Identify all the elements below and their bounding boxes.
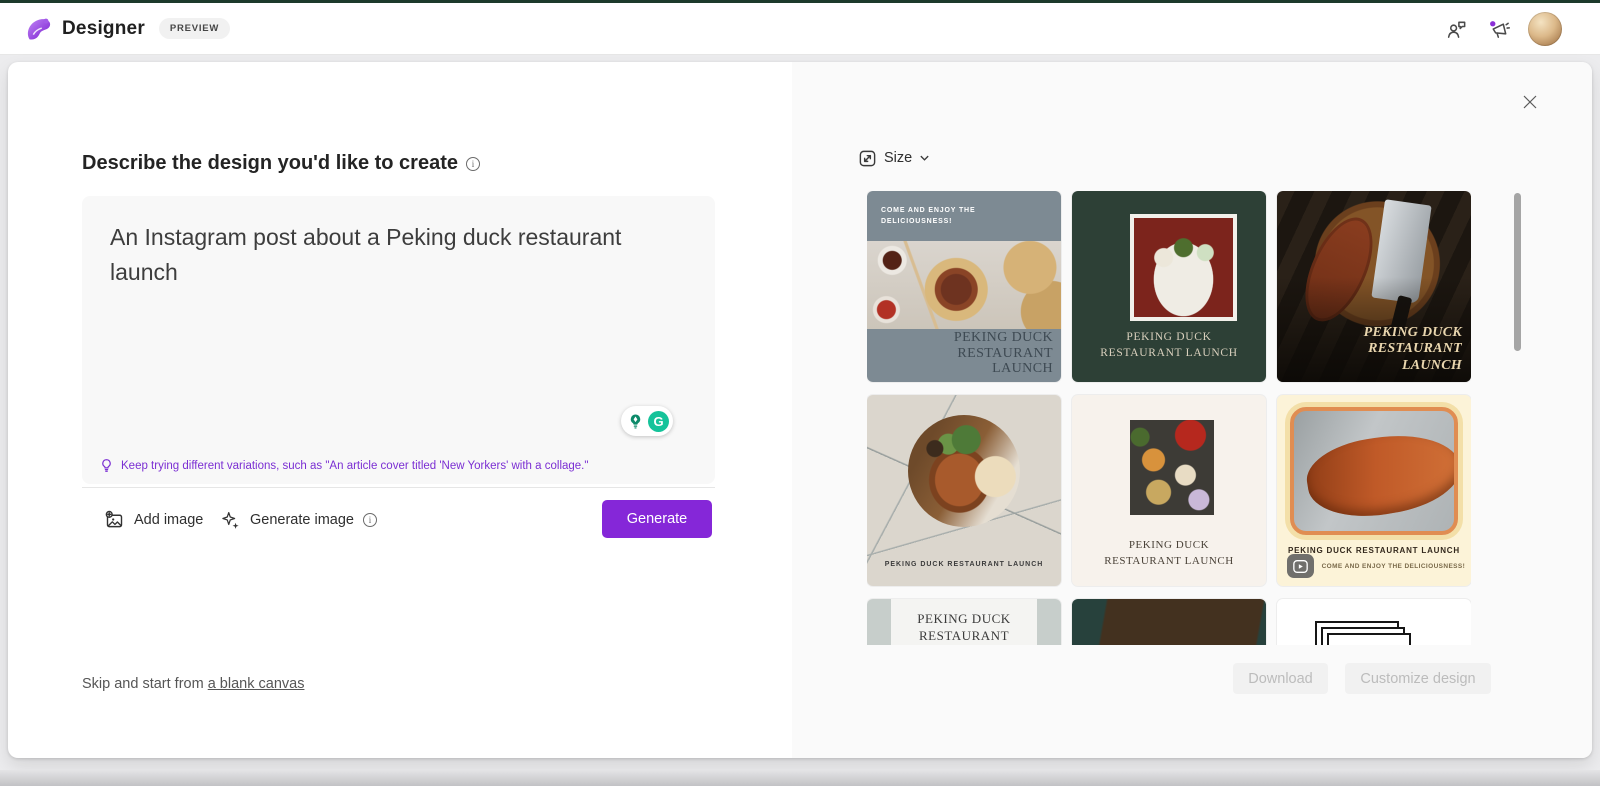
roast-duck <box>1302 426 1458 526</box>
preview-badge: PREVIEW <box>159 18 230 39</box>
grammarly-logo-icon[interactable] <box>648 411 669 432</box>
prompt-input-value: An Instagram post about a Peking duck re… <box>110 220 680 289</box>
prompt-heading-text: Describe the design you'd like to create <box>82 152 458 175</box>
prompt-heading: Describe the design you'd like to create <box>82 152 480 175</box>
prompt-tip-text: Keep trying different variations, such a… <box>121 460 588 472</box>
customize-design-button[interactable]: Customize design <box>1345 663 1491 694</box>
feedback-icon[interactable] <box>1444 17 1468 41</box>
download-button[interactable]: Download <box>1233 663 1328 694</box>
generate-image-button[interactable]: Generate image <box>220 500 377 540</box>
avatar[interactable] <box>1528 12 1562 46</box>
thumbnail-title: PEKING DUCK RESTAURANT LAUNCH <box>867 561 1061 568</box>
grammarly-widget <box>621 406 673 436</box>
grammarly-suggestion-icon[interactable] <box>625 411 646 432</box>
app-title: Designer <box>62 18 145 40</box>
resize-icon <box>858 149 877 168</box>
thumbnail-photo <box>1290 407 1458 535</box>
generate-image-label: Generate image <box>250 512 354 528</box>
sparkles-icon <box>220 510 241 531</box>
bottom-shade <box>0 770 1600 786</box>
decor-bar <box>867 599 891 645</box>
design-thumbnail-4[interactable]: PEKING DUCK RESTAURANT LAUNCH <box>867 395 1061 586</box>
skip-row: Skip and start from a blank canvas <box>82 676 304 692</box>
thumbnail-title: PEKING DUCK RESTAURANT LAUNCH <box>1332 325 1462 375</box>
thumbnail-title: PEKING DUCK RESTAURANT LAUNCH <box>1091 329 1246 361</box>
close-icon[interactable] <box>1521 93 1539 111</box>
thumbnail-title: PEKING DUCK RESTAURANT LAUNCH <box>1101 538 1237 570</box>
thumbnail-photo <box>908 415 1020 527</box>
thumbnail-photo <box>867 241 1061 329</box>
image-plus-icon <box>104 510 125 531</box>
create-design-modal: Describe the design you'd like to create… <box>8 62 1592 758</box>
blank-canvas-link[interactable]: a blank canvas <box>208 676 305 692</box>
info-icon[interactable] <box>466 157 480 171</box>
design-thumbnail-7[interactable]: PEKING DUCK RESTAURANT LAUNCH <box>867 599 1061 645</box>
designer-logo[interactable] <box>22 13 54 45</box>
info-icon[interactable] <box>363 513 377 527</box>
design-thumbnail-3[interactable]: PEKING DUCK RESTAURANT LAUNCH <box>1277 191 1471 382</box>
design-thumbnail-5[interactable]: PEKING DUCK RESTAURANT LAUNCH <box>1072 395 1266 586</box>
design-thumbnail-2[interactable]: PEKING DUCK RESTAURANT LAUNCH <box>1072 191 1266 382</box>
skip-prefix: Skip and start from <box>82 676 204 692</box>
divider <box>82 487 715 488</box>
whats-new-megaphone-icon[interactable] <box>1486 17 1510 41</box>
design-thumbnail-8[interactable] <box>1072 599 1266 645</box>
decor-bar <box>1037 599 1061 645</box>
prompt-toolbar: Add image Generate image Generate <box>82 500 715 540</box>
thumbnail-tagline: COME AND ENJOY THE DELICIOUSNESS! <box>1316 563 1471 570</box>
thumbnail-photo <box>1130 214 1237 321</box>
lightbulb-icon <box>99 458 114 473</box>
results-panel: Size COME AND ENJOY THE DELICIOUSNESS! P… <box>792 62 1592 758</box>
app-header: Designer PREVIEW <box>0 3 1600 55</box>
prompt-input[interactable]: An Instagram post about a Peking duck re… <box>82 196 715 484</box>
design-thumbnail-6[interactable]: PEKING DUCK RESTAURANT LAUNCH COME AND E… <box>1277 395 1471 586</box>
results-scrollbar[interactable] <box>1514 193 1521 351</box>
stacked-frame <box>1327 633 1411 645</box>
prompt-tip[interactable]: Keep trying different variations, such a… <box>99 458 588 473</box>
thumbnails-scroll-area: COME AND ENJOY THE DELICIOUSNESS! PEKING… <box>867 191 1471 645</box>
thumbnail-tagline: COME AND ENJOY THE DELICIOUSNESS! <box>881 205 991 227</box>
chevron-down-icon <box>919 154 930 162</box>
thumbnail-title: PEKING DUCK RESTAURANT LAUNCH <box>935 330 1053 377</box>
design-thumbnail-9[interactable] <box>1277 599 1471 645</box>
thumbnail-photo <box>1130 420 1213 516</box>
play-badge-icon <box>1287 554 1314 578</box>
thumbnails-grid: COME AND ENJOY THE DELICIOUSNESS! PEKING… <box>867 191 1471 645</box>
design-thumbnail-1[interactable]: COME AND ENJOY THE DELICIOUSNESS! PEKING… <box>867 191 1061 382</box>
add-image-label: Add image <box>134 512 203 528</box>
generate-button[interactable]: Generate <box>602 500 712 538</box>
size-label: Size <box>884 150 912 166</box>
thumbnail-title: PEKING DUCK RESTAURANT LAUNCH <box>906 611 1022 645</box>
add-image-button[interactable]: Add image <box>104 500 203 540</box>
size-dropdown[interactable]: Size <box>858 144 930 172</box>
